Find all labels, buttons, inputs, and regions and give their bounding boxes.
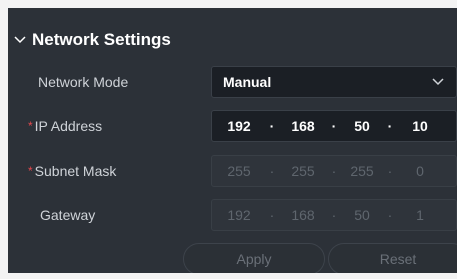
- subnet-octet-2: 255: [291, 163, 315, 179]
- reset-button[interactable]: Reset: [328, 243, 457, 273]
- gateway-octet-3: 50: [354, 207, 370, 223]
- ip-separator: ·: [387, 118, 393, 134]
- subnet-octet-4: 0: [416, 163, 424, 179]
- network-mode-label: Network Mode: [38, 74, 129, 90]
- ip-separator: ·: [387, 163, 393, 179]
- apply-button[interactable]: Apply: [183, 243, 325, 273]
- ip-octet-4[interactable]: 10: [396, 118, 444, 134]
- subnet-mask-input: 255 · 255 · 255 · 0: [211, 155, 457, 187]
- gateway-octet-4: 1: [416, 207, 424, 223]
- subnet-mask-label: * Subnet Mask: [28, 155, 116, 187]
- chevron-down-icon[interactable]: [8, 36, 32, 44]
- ip-separator: ·: [269, 207, 275, 223]
- network-mode-value: Manual: [223, 74, 272, 90]
- network-mode-select[interactable]: Manual: [211, 66, 457, 98]
- gateway-octet-2: 168: [291, 207, 315, 223]
- network-mode-row: Network Mode Manual: [8, 66, 457, 98]
- network-settings-panel: Network Settings Network Mode Manual * I…: [8, 8, 457, 273]
- ip-separator: ·: [269, 163, 275, 179]
- ip-address-row: * IP Address 192 · 168 · 50 · 10: [8, 110, 457, 142]
- ip-separator: ·: [331, 163, 337, 179]
- section-header[interactable]: Network Settings: [8, 28, 171, 52]
- required-marker: *: [28, 119, 33, 133]
- gateway-row: Gateway 192 · 168 · 50 · 1: [8, 199, 457, 231]
- ip-separator: ·: [331, 118, 337, 134]
- chevron-down-icon[interactable]: [432, 78, 444, 86]
- subnet-octet-3: 255: [350, 163, 374, 179]
- section-title: Network Settings: [32, 30, 171, 49]
- ip-octet-1[interactable]: 192: [212, 118, 266, 134]
- ip-separator: ·: [387, 207, 393, 223]
- subnet-mask-label-text: Subnet Mask: [34, 163, 117, 179]
- ip-address-label: * IP Address: [28, 110, 102, 142]
- subnet-octet-1: 255: [227, 163, 251, 179]
- required-marker: *: [28, 164, 33, 178]
- gateway-octet-1: 192: [227, 207, 251, 223]
- subnet-mask-row: * Subnet Mask 255 · 255 · 255 · 0: [8, 155, 457, 187]
- ip-separator: ·: [269, 118, 275, 134]
- ip-address-input[interactable]: 192 · 168 · 50 · 10: [211, 110, 457, 142]
- gateway-label: Gateway: [40, 207, 96, 223]
- ip-octet-3[interactable]: 50: [340, 118, 384, 134]
- ip-address-label-text: IP Address: [34, 118, 103, 134]
- ip-octet-2[interactable]: 168: [278, 118, 328, 134]
- ip-separator: ·: [331, 207, 337, 223]
- gateway-input: 192 · 168 · 50 · 1: [211, 199, 457, 231]
